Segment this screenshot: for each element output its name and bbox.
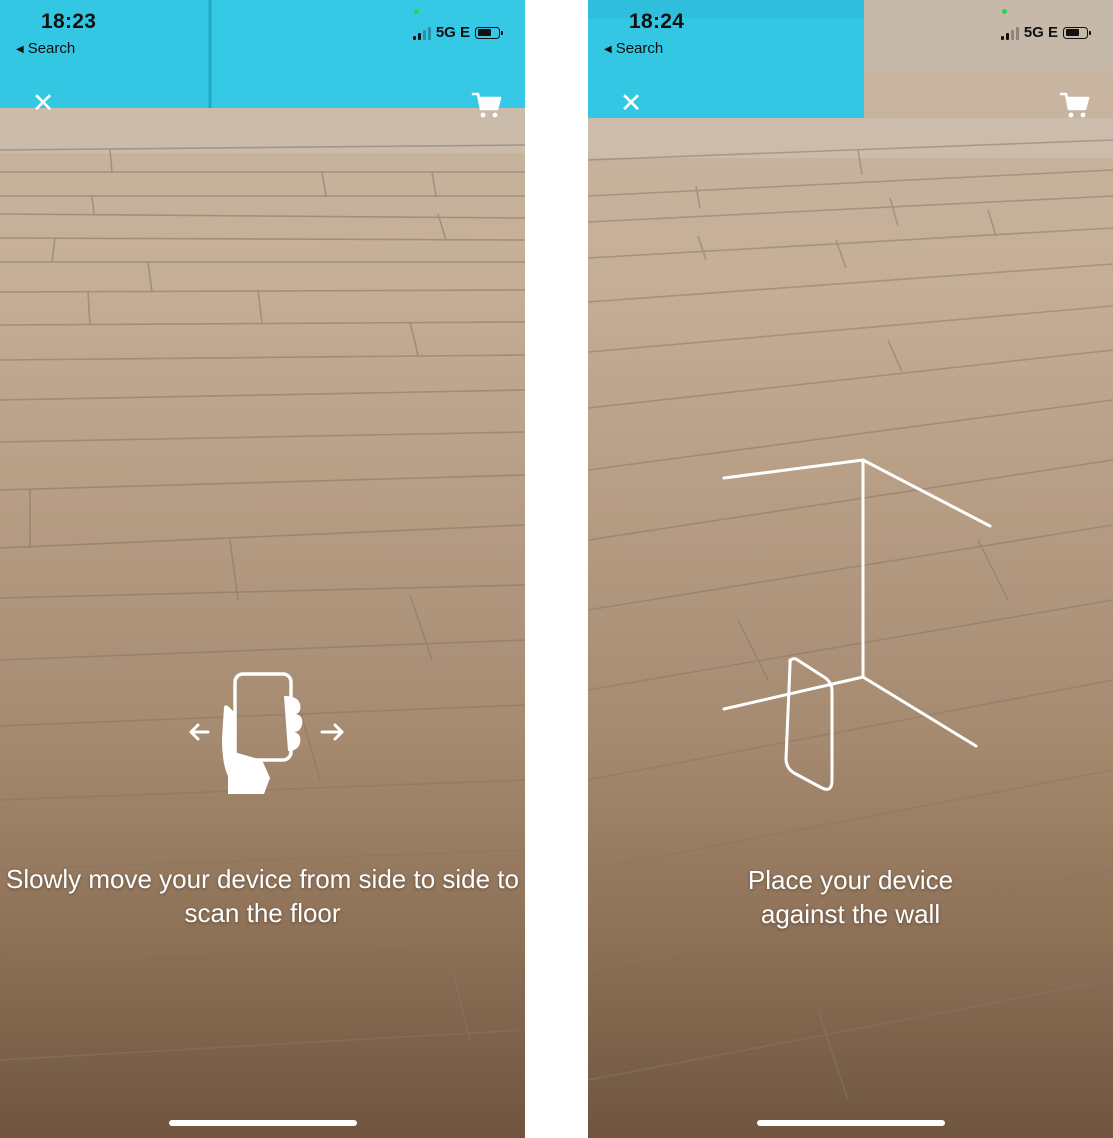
back-to-search-link[interactable]: ◀ Search — [604, 40, 663, 57]
back-triangle-icon: ◀ — [16, 44, 24, 55]
cart-button[interactable] — [1059, 90, 1091, 120]
back-label: Search — [27, 40, 76, 57]
phone-against-wall-icon — [722, 458, 992, 791]
ar-place-against-wall-screen: 18:24 ◀ Search 5G E ✕ Place your device … — [588, 0, 1113, 1138]
battery-icon — [1063, 26, 1091, 39]
status-time: 18:24 — [629, 10, 685, 33]
status-bar: 18:24 ◀ Search 5G E — [588, 0, 1113, 70]
close-button[interactable]: ✕ — [30, 90, 56, 117]
battery-icon — [475, 26, 503, 39]
instruction-text: Place your device against the wall — [747, 865, 954, 929]
home-indicator[interactable] — [757, 1120, 945, 1126]
cart-button[interactable] — [471, 90, 503, 120]
status-time: 18:23 — [41, 10, 97, 33]
hand-holding-phone-icon — [189, 672, 344, 794]
instruction-text: Slowly move your device from side to sid… — [6, 864, 519, 928]
back-triangle-icon: ◀ — [604, 44, 612, 55]
ar-scan-floor-screen: 18:23 ◀ Search 5G E ✕ Slowly move your de… — [0, 0, 525, 1138]
status-right-group: 5G E — [412, 24, 503, 41]
status-right-group: 5G E — [1000, 24, 1091, 41]
close-button[interactable]: ✕ — [618, 90, 644, 117]
cellular-signal-icon — [412, 26, 431, 40]
wood-floor-background — [0, 0, 525, 1061]
network-type: 5G E — [435, 24, 470, 41]
cart-icon — [1059, 92, 1090, 118]
status-bar: 18:23 ◀ Search 5G E — [0, 0, 525, 70]
home-indicator[interactable] — [169, 1120, 357, 1126]
cart-icon — [471, 92, 502, 118]
back-label: Search — [615, 40, 664, 57]
back-to-search-link[interactable]: ◀ Search — [16, 40, 75, 57]
network-type: 5G E — [1023, 24, 1058, 41]
cellular-signal-icon — [1000, 26, 1019, 40]
